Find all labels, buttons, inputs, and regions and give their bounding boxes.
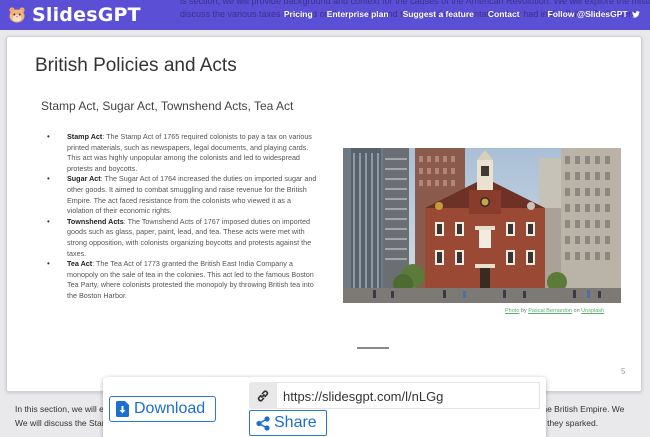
nav-contact[interactable]: Contact — [488, 9, 520, 19]
bullet-item: Townshend Acts: The Townshend Acts of 17… — [47, 217, 317, 259]
share-icon — [256, 415, 270, 431]
photo-link[interactable]: Photo — [505, 308, 519, 314]
photo-credit: Photo by Pascal Bernardon on Unsplash — [505, 308, 605, 314]
speaker-notes-right: the British Empire. We e they sparked. — [540, 404, 625, 428]
nav-links: Pricing Enterprise plan Suggest a featur… — [270, 9, 640, 19]
bullet-item: Stamp Act: The Stamp Act of 1765 require… — [47, 132, 317, 174]
slide-card: British Policies and Acts Stamp Act, Sug… — [6, 36, 642, 392]
share-url-field[interactable]: https://slidesgpt.com/l/nLGg — [277, 382, 540, 409]
twitter-icon — [632, 11, 640, 18]
share-button[interactable]: Share — [249, 410, 327, 436]
share-panel: Download https://slidesgpt.com/l/nLGg Sh… — [103, 377, 546, 437]
slide-subtitle: Stamp Act, Sugar Act, Townshend Acts, Te… — [41, 99, 294, 113]
page-number: 5 — [621, 367, 626, 376]
bullet-item: Tea Act: The Tea Act of 1773 granted the… — [47, 259, 317, 301]
nav-pricing[interactable]: Pricing — [284, 9, 313, 19]
bullet-item: Sugar Act: The Sugar Act of 1764 increas… — [47, 174, 317, 216]
author-link[interactable]: Pascal Bernardon — [528, 308, 572, 314]
nav-suggest-feature[interactable]: Suggest a feature — [403, 9, 474, 19]
logo[interactable]: SlidesGPT — [8, 4, 141, 26]
slide-photo — [343, 148, 621, 303]
link-icon — [257, 390, 269, 401]
unsplash-link[interactable]: Unsplash — [581, 308, 604, 314]
logo-text: SlidesGPT — [32, 4, 141, 26]
slide-divider — [357, 347, 389, 349]
download-icon — [116, 401, 129, 417]
slide-title: British Policies and Acts — [35, 55, 237, 76]
download-button[interactable]: Download — [109, 396, 216, 422]
bullet-list: Stamp Act: The Stamp Act of 1765 require… — [47, 132, 317, 302]
hamster-logo-icon — [8, 6, 26, 24]
top-navbar: is section, we will provide background a… — [0, 0, 650, 30]
nav-enterprise-plan[interactable]: Enterprise plan — [327, 9, 389, 19]
link-icon-box — [249, 382, 277, 409]
nav-follow[interactable]: Follow @SlidesGPT — [534, 9, 640, 19]
